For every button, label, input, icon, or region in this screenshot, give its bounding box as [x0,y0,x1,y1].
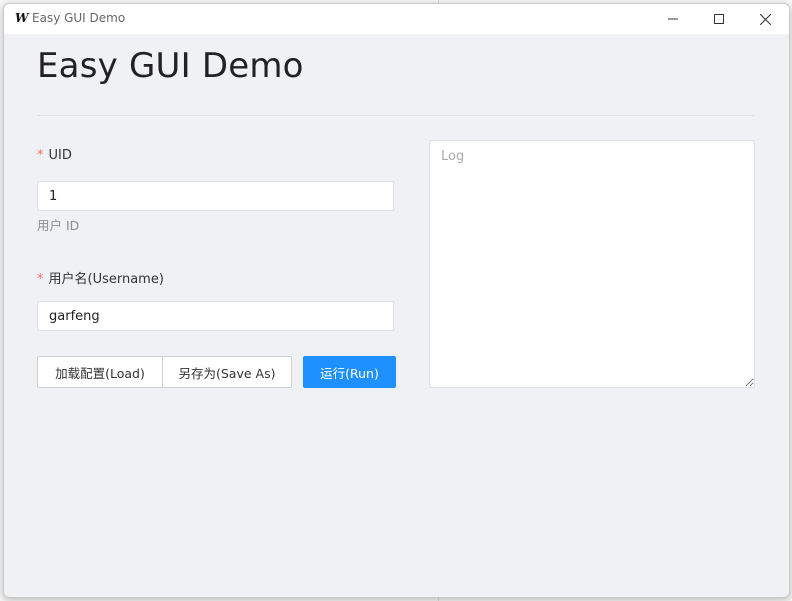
minimize-icon [668,14,678,24]
minimize-button[interactable] [650,4,696,34]
title-bar[interactable]: W Easy GUI Demo [4,4,789,34]
window-title: Easy GUI Demo [32,11,126,25]
maximize-icon [714,14,724,24]
app-icon: W [15,11,29,25]
app-window: W Easy GUI Demo Easy GUI Demo * UID 用户 ID [3,3,790,598]
username-input[interactable] [37,301,394,331]
uid-label-text: UID [48,148,72,163]
save-as-button[interactable]: 另存为(Save As) [162,356,292,388]
main-content: Easy GUI Demo *UID 用户 ID *用户名(Username) … [4,34,789,597]
uid-input[interactable] [37,181,394,211]
uid-label: * UID [37,148,72,163]
title-divider [37,115,754,116]
maximize-button[interactable] [696,4,742,34]
run-button[interactable]: 运行(Run) [303,356,396,388]
uid-hint: 用户 ID [37,218,80,233]
load-config-button[interactable]: 加载配置(Load) [37,356,163,388]
page-title: Easy GUI Demo [37,46,304,86]
close-button[interactable] [742,4,788,34]
username-label: * 用户名(Username) [37,268,164,287]
close-icon [759,13,771,25]
required-mark: * [37,272,44,287]
required-mark: * [37,148,44,163]
log-textarea[interactable] [429,140,755,388]
username-label-text: 用户名(Username) [48,272,164,287]
